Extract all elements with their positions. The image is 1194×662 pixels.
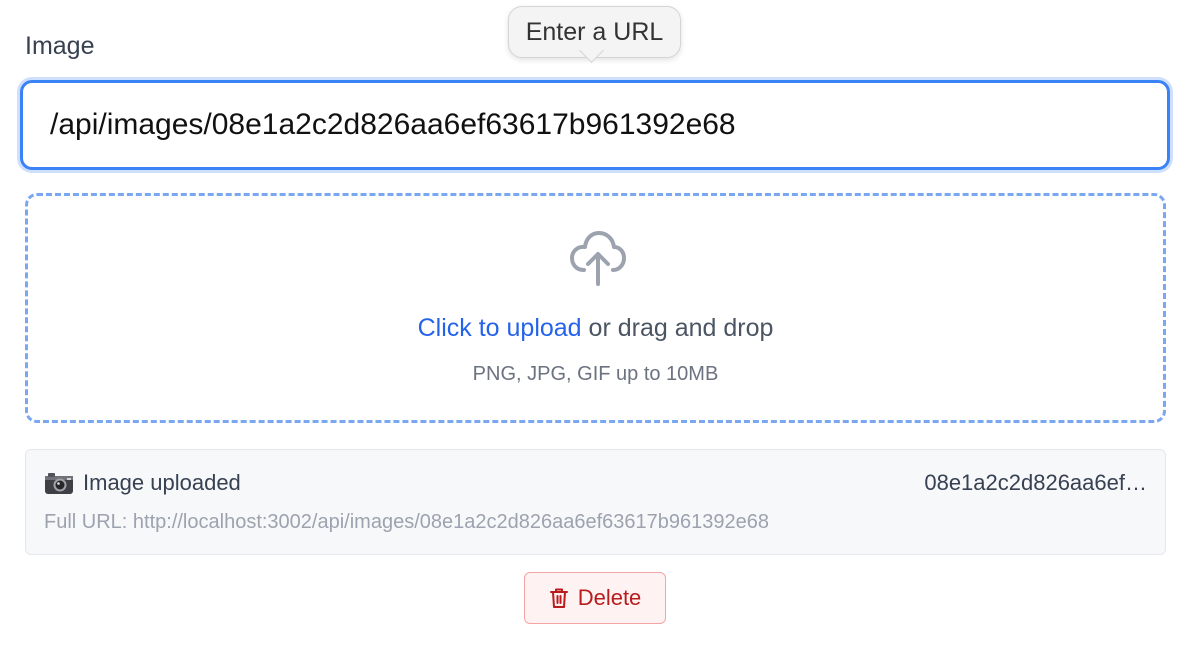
dropzone-instructions: Click to upload or drag and drop bbox=[28, 314, 1163, 343]
image-url-input[interactable] bbox=[20, 80, 1170, 170]
trash-icon bbox=[549, 588, 568, 608]
click-to-upload-link[interactable]: Click to upload bbox=[418, 314, 582, 342]
file-type-hint: PNG, JPG, GIF up to 10MB bbox=[472, 363, 719, 385]
status-left: Image uploaded bbox=[44, 470, 241, 496]
delete-button-label: Delete bbox=[577, 585, 642, 610]
delete-button[interactable]: Delete bbox=[524, 572, 666, 624]
status-row: Image uploaded 08e1a2c2d826aa6ef… bbox=[44, 470, 1147, 496]
image-id-short: 08e1a2c2d826aa6ef… bbox=[924, 470, 1147, 495]
tooltip-arrow bbox=[578, 50, 604, 76]
drag-and-drop-text: or drag and drop bbox=[581, 314, 774, 342]
cloud-upload-icon bbox=[570, 231, 626, 286]
full-url-text: Full URL: http://localhost:3002/api/imag… bbox=[44, 511, 769, 533]
upload-dropzone[interactable]: Click to upload or drag and drop PNG, JP… bbox=[25, 193, 1166, 423]
upload-status-card: Image uploaded 08e1a2c2d826aa6ef… Full U… bbox=[25, 449, 1166, 555]
camera-icon bbox=[45, 473, 73, 494]
status-label: Image uploaded bbox=[83, 470, 241, 495]
image-field-label: Image bbox=[25, 32, 95, 60]
